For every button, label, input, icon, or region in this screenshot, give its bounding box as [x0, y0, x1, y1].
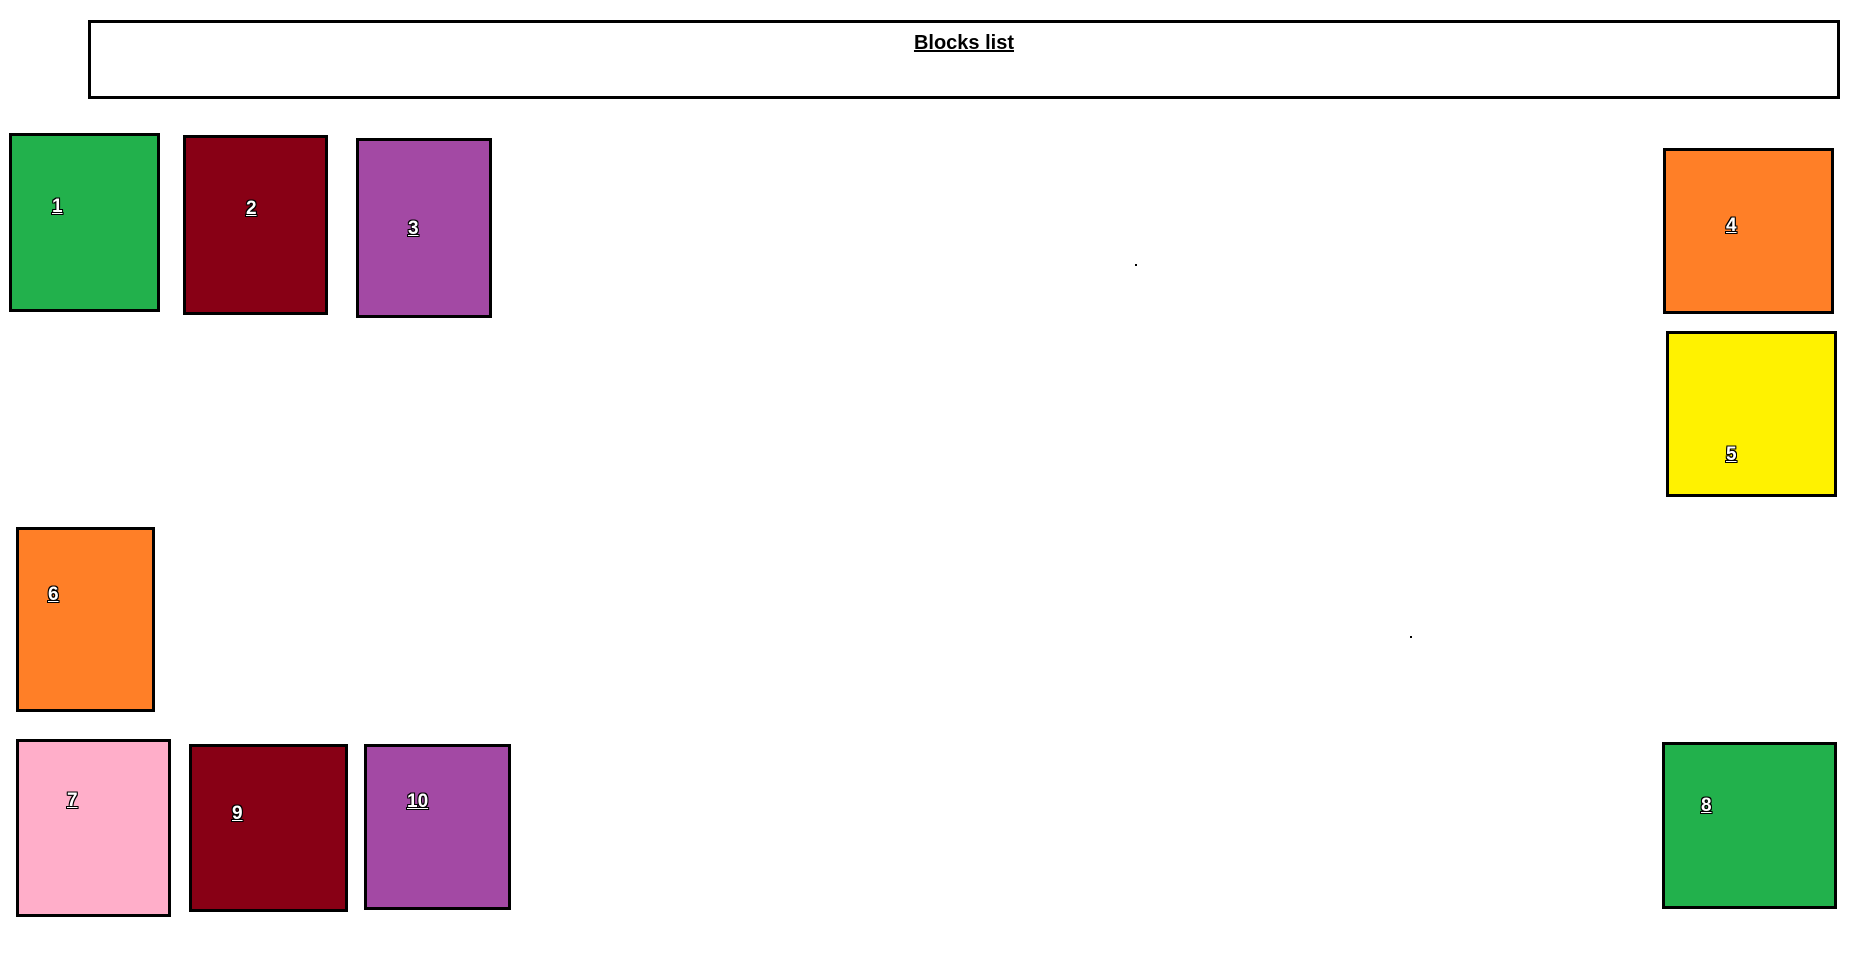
block-label: 1 — [52, 196, 63, 217]
block-5[interactable]: 5 — [1666, 331, 1837, 497]
block-label: 10 — [407, 791, 429, 812]
block-label: 6 — [48, 584, 59, 605]
block-3[interactable]: 3 — [356, 138, 492, 318]
stray-dot — [1410, 636, 1412, 638]
block-2[interactable]: 2 — [183, 135, 328, 315]
block-label: 8 — [1701, 795, 1712, 816]
page-title: Blocks list — [913, 32, 1015, 54]
block-4[interactable]: 4 — [1663, 148, 1834, 314]
block-1[interactable]: 1 — [9, 133, 160, 312]
block-label: 4 — [1726, 215, 1737, 236]
blocks-list-header: Blocks list — [88, 20, 1840, 99]
block-label: 7 — [67, 790, 78, 811]
block-10[interactable]: 10 — [364, 744, 511, 910]
block-label: 3 — [408, 218, 419, 239]
block-8[interactable]: 8 — [1662, 742, 1837, 909]
block-6[interactable]: 6 — [16, 527, 155, 712]
block-label: 2 — [246, 198, 257, 219]
stray-dot — [1135, 264, 1137, 266]
block-7[interactable]: 7 — [16, 739, 171, 917]
block-9[interactable]: 9 — [189, 744, 348, 912]
block-label: 9 — [232, 803, 243, 824]
block-label: 5 — [1726, 444, 1737, 465]
